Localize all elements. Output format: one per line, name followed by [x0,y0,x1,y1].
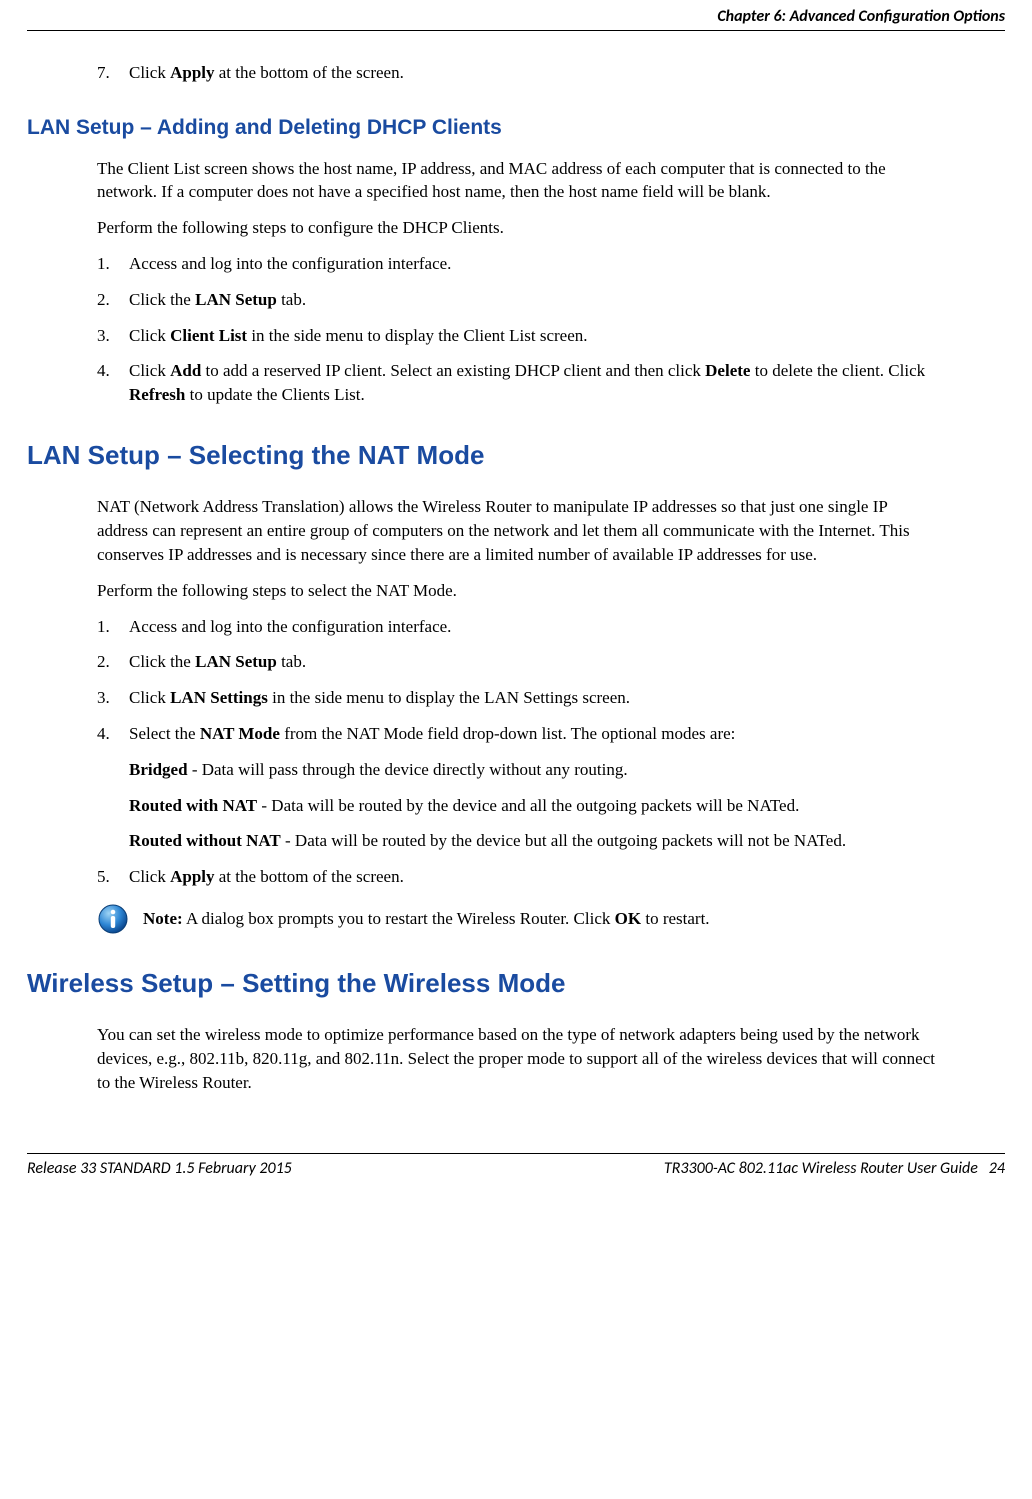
list-item: 3. Click Client List in the side menu to… [97,324,935,348]
page-header: Chapter 6: Advanced Configuration Option… [27,0,1005,31]
body-text: Perform the following steps to configure… [97,216,935,240]
list-item: 4. Select the NAT Mode from the NAT Mode… [97,722,935,746]
step-text: Click the LAN Setup tab. [129,650,935,674]
section-heading-dhcp: LAN Setup – Adding and Deleting DHCP Cli… [27,113,935,142]
step-text: Access and log into the configuration in… [129,252,935,276]
step-text: Click LAN Settings in the side menu to d… [129,686,935,710]
body-text: NAT (Network Address Translation) allows… [97,495,935,566]
footer-title-page: TR3300-AC 802.11ac Wireless Router User … [664,1158,1005,1180]
footer-release: Release 33 STANDARD 1.5 February 2015 [27,1158,292,1180]
step-text: Click Apply at the bottom of the screen. [129,865,935,889]
step-text: Click the LAN Setup tab. [129,288,935,312]
page-footer: Release 33 STANDARD 1.5 February 2015 TR… [27,1153,1005,1180]
step-number: 1. [97,252,129,276]
page-content: 7. Click Apply at the bottom of the scre… [27,31,1005,1126]
section-heading-nat: LAN Setup – Selecting the NAT Mode [27,437,935,473]
info-icon [97,903,129,935]
body-text: Perform the following steps to select th… [97,579,935,603]
step-text: Access and log into the configuration in… [129,615,935,639]
list-item: 5. Click Apply at the bottom of the scre… [97,865,935,889]
body-text: You can set the wireless mode to optimiz… [97,1023,935,1094]
step-number: 2. [97,650,129,674]
step-number: 3. [97,324,129,348]
step-number: 7. [97,61,129,85]
mode-option: Routed without NAT - Data will be routed… [129,829,935,853]
step-number: 1. [97,615,129,639]
note-text: Note: A dialog box prompts you to restar… [143,907,710,931]
list-item: 3. Click LAN Settings in the side menu t… [97,686,935,710]
step-text: Click Apply at the bottom of the screen. [129,61,935,85]
mode-option: Routed with NAT - Data will be routed by… [129,794,935,818]
step-text: Click Add to add a reserved IP client. S… [129,359,935,407]
chapter-title: Chapter 6: Advanced Configuration Option… [717,7,1005,26]
list-item: 7. Click Apply at the bottom of the scre… [97,61,935,85]
body-text: The Client List screen shows the host na… [97,157,935,205]
list-item: 1. Access and log into the configuration… [97,252,935,276]
mode-option: Bridged - Data will pass through the dev… [129,758,935,782]
step-text: Click Client List in the side menu to di… [129,324,935,348]
list-item: 1. Access and log into the configuration… [97,615,935,639]
list-item: 2. Click the LAN Setup tab. [97,650,935,674]
list-item: 4. Click Add to add a reserved IP client… [97,359,935,407]
step-number: 5. [97,865,129,889]
step-number: 2. [97,288,129,312]
step-number: 4. [97,722,129,746]
note-callout: Note: A dialog box prompts you to restar… [97,903,935,935]
step-number: 3. [97,686,129,710]
step-number: 4. [97,359,129,407]
step-text: Select the NAT Mode from the NAT Mode fi… [129,722,935,746]
list-item: 2. Click the LAN Setup tab. [97,288,935,312]
section-heading-wireless: Wireless Setup – Setting the Wireless Mo… [27,965,935,1001]
